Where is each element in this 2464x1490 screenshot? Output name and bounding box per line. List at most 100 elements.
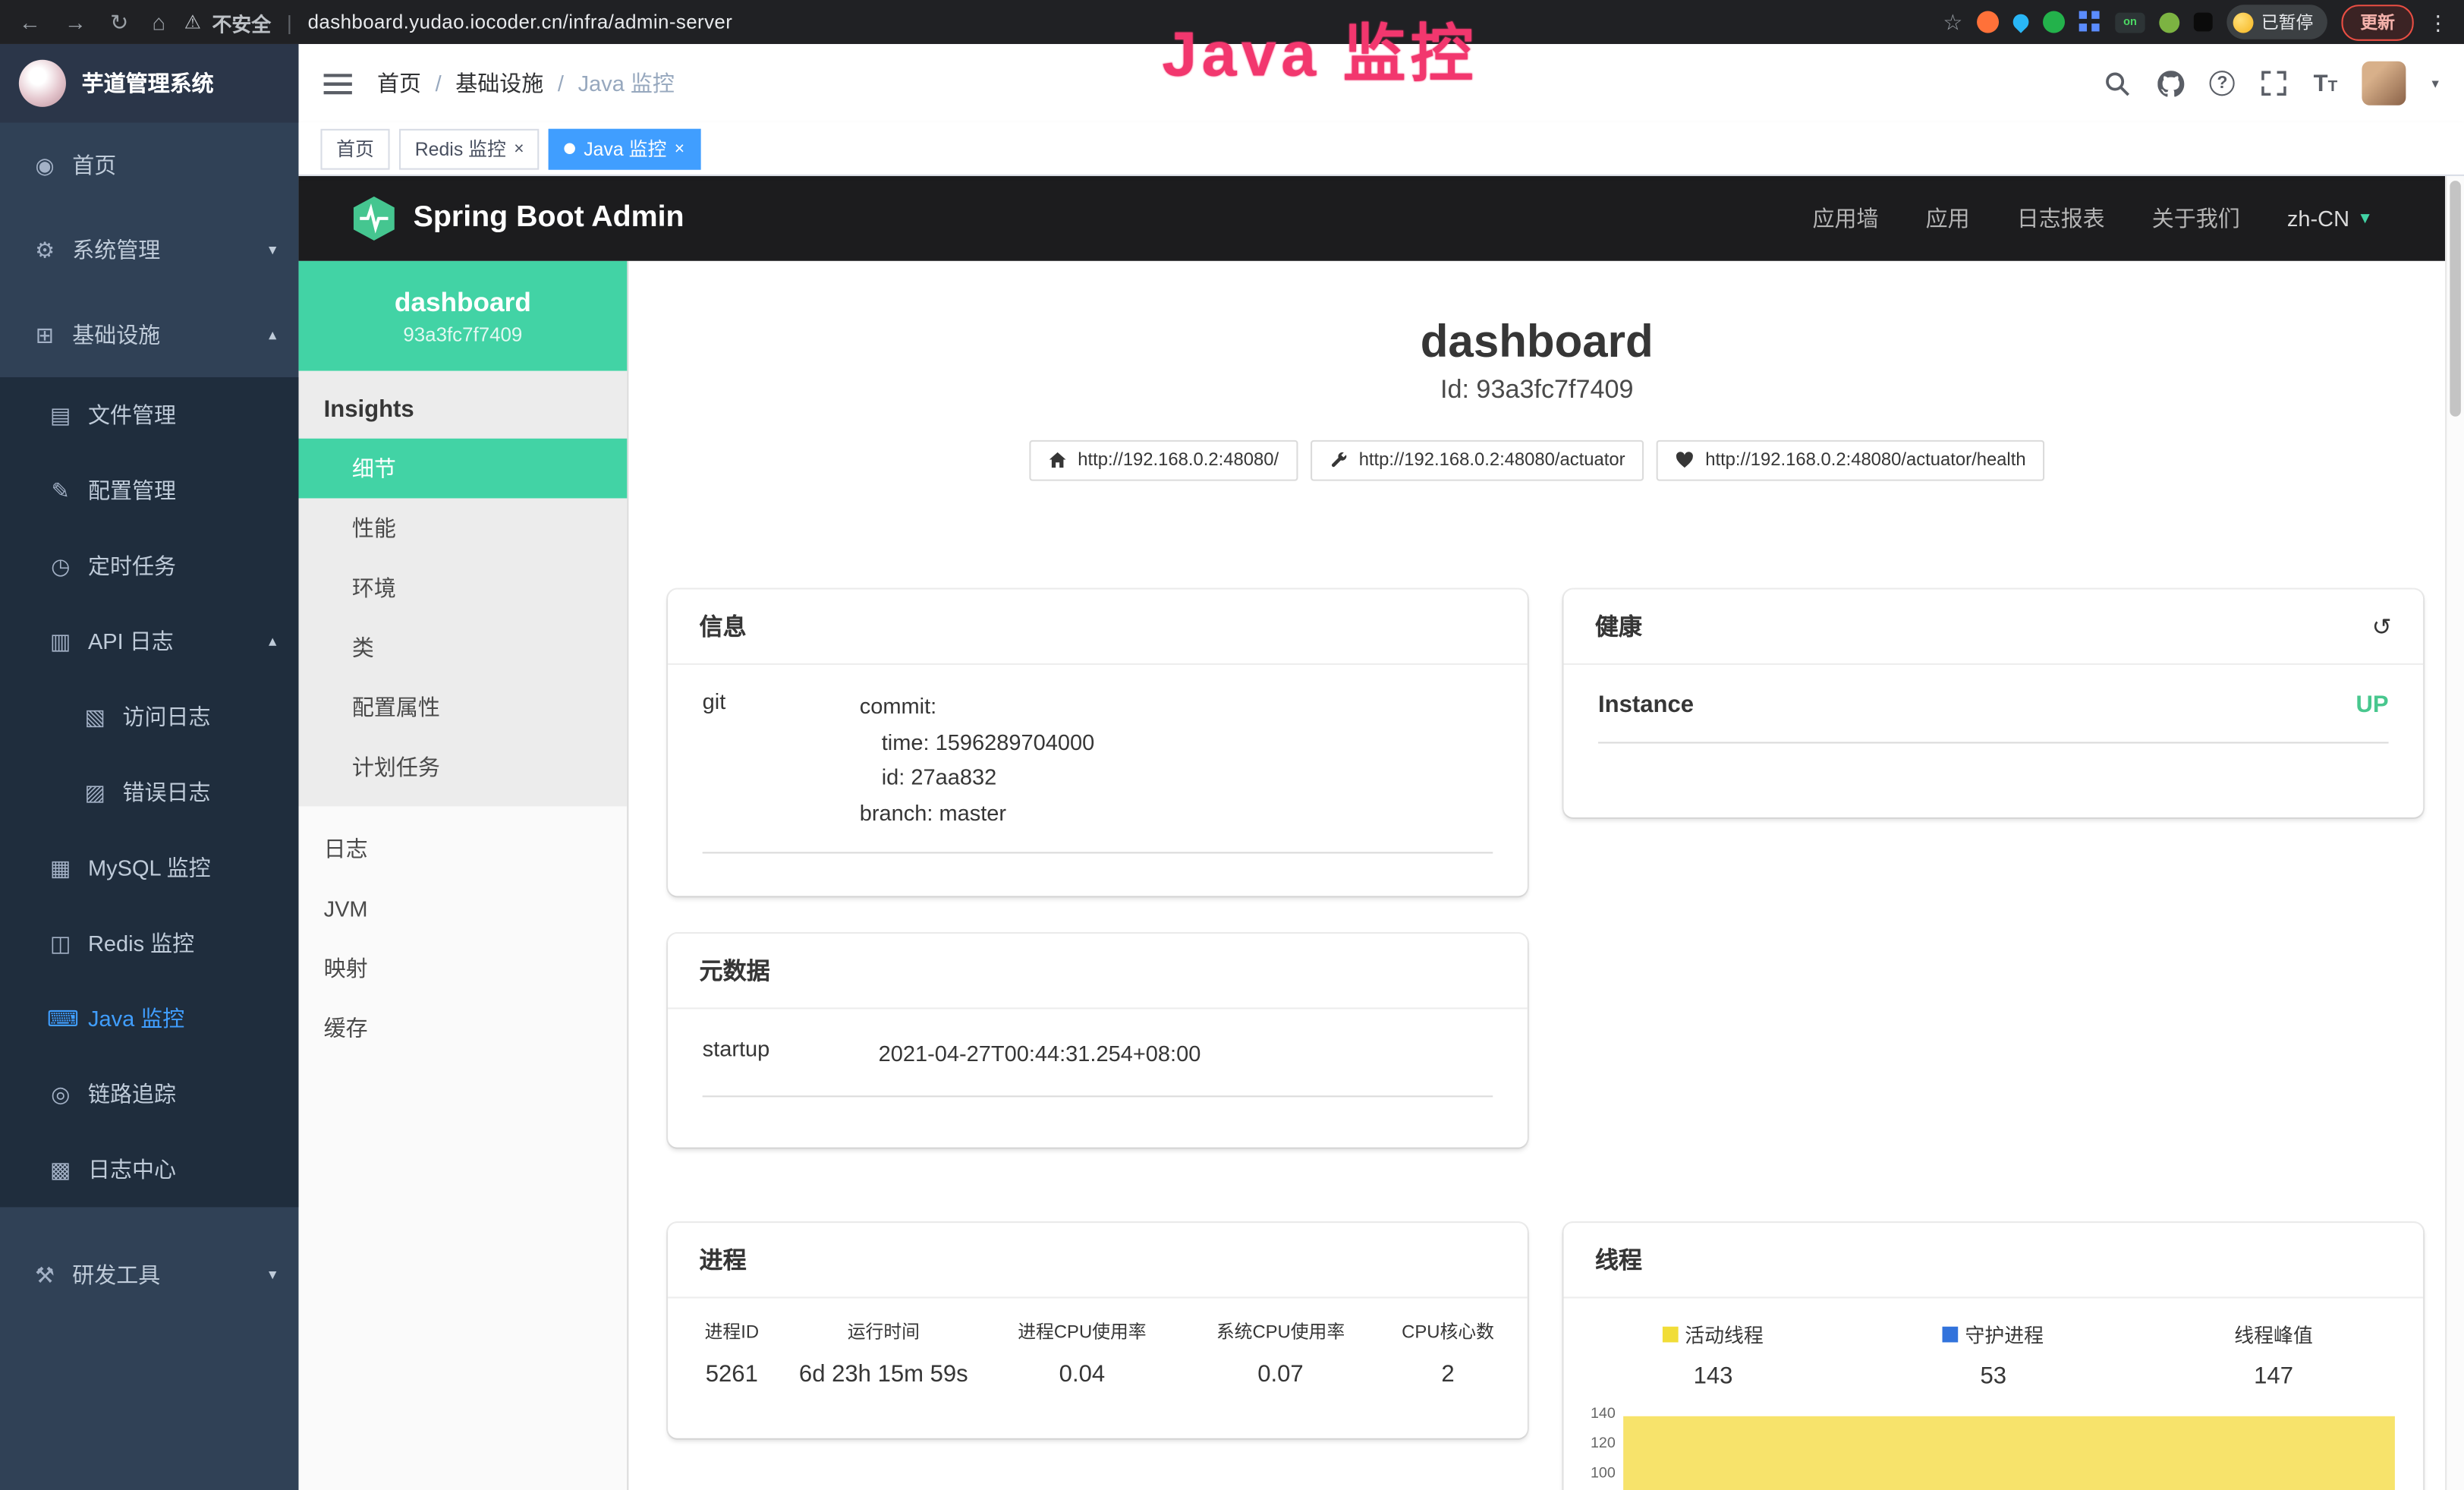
sba-item-details[interactable]: 细节 [298,439,627,499]
legend-peak-threads: 线程峰值 [2234,1318,2313,1348]
process-column-header: 进程CPU使用率 [1018,1318,1146,1344]
search-icon[interactable] [2103,69,2131,97]
browser-menu-kebab-icon[interactable]: ⋮ [2428,12,2448,33]
home-icon[interactable]: ⌂ [152,11,165,33]
process-card-title: 进程 [668,1223,1528,1298]
sba-item-mappings[interactable]: 映射 [298,938,627,998]
sba-nav-journal[interactable]: 日志报表 [2017,203,2105,234]
sidebar-item-scheduled-tasks[interactable]: 定时任务 [0,528,298,603]
java-icon [47,1005,74,1032]
chevron-down-icon: ▾ [269,1266,276,1284]
sba-nav-links: 应用墙 应用 日志报表 关于我们 zh-CN ▼ [1813,203,2446,234]
reload-icon[interactable]: ↻ [110,11,128,33]
sba-nav-about[interactable]: 关于我们 [2152,203,2240,234]
sba-item-jvm[interactable]: JVM [298,879,627,939]
app-logo[interactable]: 芋道管理系统 [0,44,298,123]
hamburger-icon[interactable] [324,73,352,93]
sidebar-item-config-management[interactable]: 配置管理 [0,452,298,528]
font-size-icon[interactable]: TT [2314,70,2338,96]
extension-icon[interactable] [1977,11,1999,33]
actuator-url-link[interactable]: http://192.168.0.2:48080/actuator [1310,440,1644,481]
sba-item-environment[interactable]: 环境 [298,558,627,618]
extension-icon[interactable]: on [2115,12,2145,33]
tools-icon [31,1262,58,1288]
breadcrumb-section[interactable]: 基础设施 [455,68,543,99]
sba-instance-header[interactable]: dashboard 93a3fc7f7409 [298,261,627,371]
help-icon[interactable]: ? [2210,71,2235,96]
sidebar-item-java-monitor[interactable]: Java 监控 [0,981,298,1056]
sidebar-item-error-logs[interactable]: 错误日志 [0,754,298,830]
history-icon[interactable]: ↺ [2372,613,2392,641]
user-avatar[interactable] [2362,61,2406,106]
tab-home[interactable]: 首页 [320,128,389,169]
health-url-link[interactable]: http://192.168.0.2:48080/actuator/health [1657,440,2044,481]
security-label: 不安全 [212,7,271,36]
extension-icon[interactable] [2159,12,2179,33]
wrench-icon [1329,451,1348,470]
address-bar[interactable]: ⚠ 不安全 | dashboard.yudao.iocoder.cn/infra… [184,7,1943,36]
sba-item-classes[interactable]: 类 [298,618,627,678]
sba-brand[interactable]: Spring Boot Admin [352,195,684,242]
process-column-header: 系统CPU使用率 [1216,1318,1345,1344]
breadcrumb: 首页 / 基础设施 / Java 监控 [377,68,675,99]
github-icon[interactable] [2157,69,2185,97]
close-icon[interactable]: × [675,139,684,158]
sba-item-logs[interactable]: 日志 [298,819,627,879]
fullscreen-icon[interactable] [2260,69,2288,97]
extension-icon[interactable] [2043,11,2065,33]
sidebar-item-file-management[interactable]: 文件管理 [0,377,298,452]
sba-sidebar: dashboard 93a3fc7f7409 Insights 细节 性能 环境… [298,261,628,1490]
health-row: Instance UP [1598,668,2389,743]
browser-nav-buttons: ← → ↻ ⌂ [0,11,184,33]
heartbeat-icon [1676,451,1695,470]
extension-icon[interactable] [2194,13,2213,32]
yellow-square-icon [1663,1326,1679,1342]
extension-icon[interactable] [2079,11,2087,18]
sba-instance-name: dashboard [395,287,531,318]
sba-item-config-properties[interactable]: 配置属性 [298,678,627,738]
sba-item-scheduled-tasks[interactable]: 计划任务 [298,737,627,797]
bookmark-star-icon[interactable]: ☆ [1943,11,1962,33]
pencil-icon [47,477,74,503]
forward-icon[interactable]: → [65,11,87,33]
status-badge: UP [2355,691,2388,718]
log-center-icon [47,1156,74,1183]
paused-badge[interactable]: 已暂停 [2226,5,2327,39]
sidebar-item-label: 访问日志 [123,701,211,732]
sba-item-performance[interactable]: 性能 [298,498,627,558]
file-icon [47,402,74,428]
tab-redis-monitor[interactable]: Redis 监控 × [399,128,540,169]
sba-item-caches[interactable]: 缓存 [298,998,627,1058]
sidebar-item-api-logs[interactable]: API 日志 ▴ [0,603,298,679]
sba-instance-id: 93a3fc7f7409 [403,323,522,345]
update-button[interactable]: 更新 [2341,4,2413,40]
tab-java-monitor[interactable]: Java 监控 × [549,128,700,169]
sba-locale-select[interactable]: zh-CN ▼ [2287,206,2373,231]
extension-icon[interactable] [2009,11,2031,33]
sidebar-item-mysql-monitor[interactable]: MySQL 监控 [0,830,298,905]
threads-card: 线程 活动线程 守护进程 线程峰值 143 53 147 1 [1563,1223,2423,1490]
scrollbar-thumb[interactable] [2450,181,2460,417]
sidebar-item-redis-monitor[interactable]: Redis 监控 [0,906,298,981]
sidebar-item-home[interactable]: 首页 [0,123,298,208]
sidebar-item-log-center[interactable]: 日志中心 [0,1132,298,1207]
sidebar-item-access-logs[interactable]: 访问日志 [0,679,298,754]
back-icon[interactable]: ← [19,11,41,33]
sba-nav-applications[interactable]: 应用 [1926,203,1970,234]
avatar-caret-icon[interactable]: ▾ [2431,74,2438,92]
info-row-git: git commit: time: 1596289704000 id: 27aa… [703,668,1493,853]
page-scrollbar[interactable] [2445,176,2464,1490]
close-icon[interactable]: × [514,139,524,158]
sidebar-item-dev-tools[interactable]: 研发工具 ▾ [0,1233,298,1318]
redis-icon [47,930,74,956]
sidebar-item-system-management[interactable]: 系统管理 ▾ [0,207,298,292]
breadcrumb-home[interactable]: 首页 [377,68,421,99]
sidebar-item-infrastructure[interactable]: 基础设施 ▴ [0,292,298,377]
sba-nav-wallboard[interactable]: 应用墙 [1813,203,1879,234]
actuator-url-text: http://192.168.0.2:48080/actuator [1359,451,1625,470]
sba-group-label: Insights [298,383,627,438]
process-value: 0.04 [1059,1361,1105,1388]
url-text[interactable]: dashboard.yudao.iocoder.cn/infra/admin-s… [308,11,733,33]
service-url-link[interactable]: http://192.168.0.2:48080/ [1029,440,1298,481]
sidebar-item-trace[interactable]: 链路追踪 [0,1057,298,1132]
